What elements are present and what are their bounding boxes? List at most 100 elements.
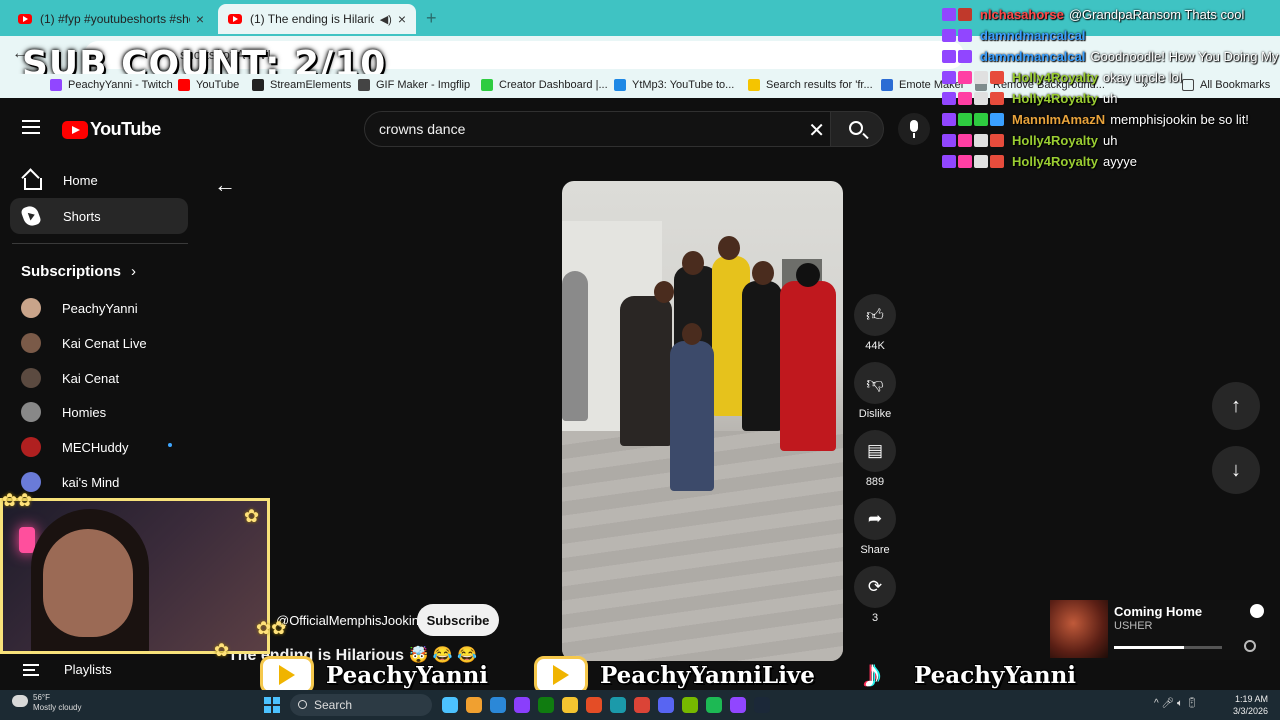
chat-badge-icon [990,70,1004,84]
clock-date: 3/3/2026 [1232,706,1268,716]
bookmark-ytmp3[interactable]: YtMp3: YouTube to... [614,79,734,91]
subscription-item[interactable]: Homies [21,402,106,422]
channel-avatar [21,298,41,318]
speaker-icon[interactable]: ◀) [380,13,392,26]
tab-fyp[interactable]: (1) #fyp #youtubeshorts #shorts × [8,4,214,34]
subscription-name: kai's Mind [62,474,120,490]
search-button[interactable] [830,111,884,147]
like-button[interactable]: 👍︎ [854,294,896,336]
windows-start-icon[interactable] [264,697,280,713]
subscription-item[interactable]: Kai Cenat Live [21,333,147,353]
taskbar-app-icon[interactable] [610,697,626,713]
connect-device-icon [1244,640,1256,652]
tab-ending-hilarious[interactable]: (1) The ending is Hilarious 🤯 ◀) × [218,4,416,34]
subscription-item[interactable]: PeachyYanni [21,298,138,318]
chat-badges [942,7,974,21]
sidebar-item-playlists[interactable]: Playlists [10,662,112,677]
sidebar-item-label: Home [63,172,98,188]
youtube-favicon-icon [228,14,242,24]
chat-badge-icon [942,49,956,63]
taskbar-app-icon[interactable] [730,697,746,713]
sidebar-item-shorts[interactable]: Shorts [10,198,188,234]
chat-username: MannImAmazN [1012,111,1106,127]
chevron-right-icon: › [131,263,137,280]
taskbar-search[interactable]: Search [290,694,432,716]
taskbar-app-icon[interactable] [706,697,722,713]
bookmark-creator-dashboard[interactable]: Creator Dashboard |... [481,79,608,91]
subscription-item[interactable]: Kai Cenat [21,368,119,388]
short-video-player[interactable] [562,181,843,661]
clear-search-icon[interactable]: ✕ [808,118,825,143]
bookmark-youtube[interactable]: YouTube [178,79,239,91]
sidebar-item-label: Playlists [64,662,112,677]
folder-icon [748,79,760,91]
subscription-item[interactable]: kai's Mind [21,472,119,492]
video-person-head [654,281,674,303]
system-tray[interactable]: ^ 🎤︎ 🔈︎ 🔋︎ [1154,698,1198,709]
back-arrow-icon[interactable]: ← [214,172,236,198]
dislike-button[interactable]: 👎︎ [854,362,896,404]
now-playing-widget: Coming Home USHER [1050,600,1270,660]
bookmark-search-results[interactable]: Search results for 'fr... [748,79,873,91]
folder-icon [1182,79,1194,91]
bookmark-peachyyanni-twitch[interactable]: PeachyYanni - Twitch [50,79,173,91]
sidebar-divider [12,243,188,244]
previous-short-button[interactable]: ↑ [1212,382,1260,430]
close-tab-icon[interactable]: × [196,11,204,27]
subscriptions-heading[interactable]: Subscriptions › [21,263,136,280]
thumbs-down-icon: 👎︎ [866,373,884,393]
video-person-head [682,323,702,345]
close-tab-icon[interactable]: × [398,11,406,27]
taskbar-app-icon[interactable] [754,697,770,713]
remix-count: 3 [871,612,879,624]
taskbar-app-icon[interactable] [514,697,530,713]
share-button[interactable]: ➦ [854,498,896,540]
chat-username: Holly4Royalty [1012,132,1098,148]
bookmark-streamelements[interactable]: StreamElements [252,79,351,91]
subscription-name: MECHuddy [62,439,129,455]
comments-button[interactable]: ▤ [854,430,896,472]
weather-condition: Mostly cloudy [33,703,82,712]
chat-message: Holly4Royalty ayyye [942,151,1137,171]
spotify-icon [1250,604,1264,618]
channel-avatar [21,472,41,492]
subscription-item[interactable]: MECHuddy [21,437,128,457]
taskbar-app-icon[interactable] [490,697,506,713]
chat-badge-icon [942,28,956,42]
channel-handle[interactable]: @OfficialMemphisJookin [276,613,419,628]
bookmark-label: PeachyYanni - Twitch [68,79,173,91]
remix-button[interactable]: ⟳ [854,566,896,608]
chat-username: nlchasahorse [980,6,1064,22]
new-tab-button[interactable]: + [426,8,437,29]
system-clock[interactable]: 1:19 AM 3/3/2026 [1222,693,1268,717]
channel-avatar [21,368,41,388]
song-progress-fill [1114,646,1185,649]
taskbar-app-icon[interactable] [538,697,554,713]
taskbar-app-icon[interactable] [586,697,602,713]
hamburger-menu-icon[interactable] [22,120,40,134]
taskbar-app-icon[interactable] [466,697,482,713]
bookmark-label: Creator Dashboard |... [499,79,608,91]
search-icon [849,121,863,135]
next-short-button[interactable]: ↓ [1212,446,1260,494]
taskbar-app-icon[interactable] [562,697,578,713]
taskbar-app-icon[interactable] [634,697,650,713]
youtube-logo[interactable]: YouTube [62,119,161,140]
chat-badge-icon [958,70,972,84]
taskbar-app-icon[interactable] [658,697,674,713]
subscribe-button[interactable]: Subscribe [417,604,499,636]
chat-badges [942,112,1006,126]
voice-search-mic-icon[interactable] [898,113,930,145]
taskbar-app-icon[interactable] [442,697,458,713]
remix-icon: ⟳ [867,577,883,596]
weather-widget[interactable]: 56°F Mostly cloudy [12,693,81,713]
search-input[interactable] [379,121,799,137]
bookmark-imgflip[interactable]: GIF Maker - Imgflip [358,79,470,91]
sidebar-item-home[interactable]: Home [10,162,188,198]
all-bookmarks-button[interactable]: All Bookmarks [1182,79,1270,91]
taskbar-app-icon[interactable] [682,697,698,713]
chat-badges [942,28,974,42]
video-person [562,271,588,421]
chat-badge-icon [958,7,972,21]
share-arrow-icon: ➦ [867,509,883,528]
